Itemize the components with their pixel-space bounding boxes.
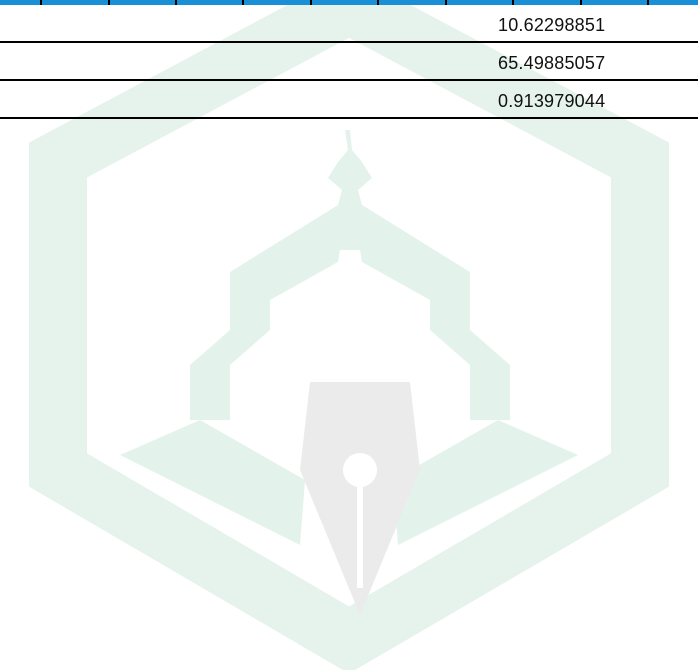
table-row: 65.49885057	[0, 43, 698, 81]
row-divider	[0, 117, 698, 119]
table-row: 10.62298851	[0, 5, 698, 43]
table-cell-value: 65.49885057	[498, 53, 606, 73]
table-cell-value: 10.62298851	[498, 15, 606, 35]
table-cell-value: 0.913979044	[498, 91, 606, 111]
table-row: 0.913979044	[0, 81, 698, 119]
document-page: 10.62298851 65.49885057 0.913979044	[0, 0, 698, 670]
